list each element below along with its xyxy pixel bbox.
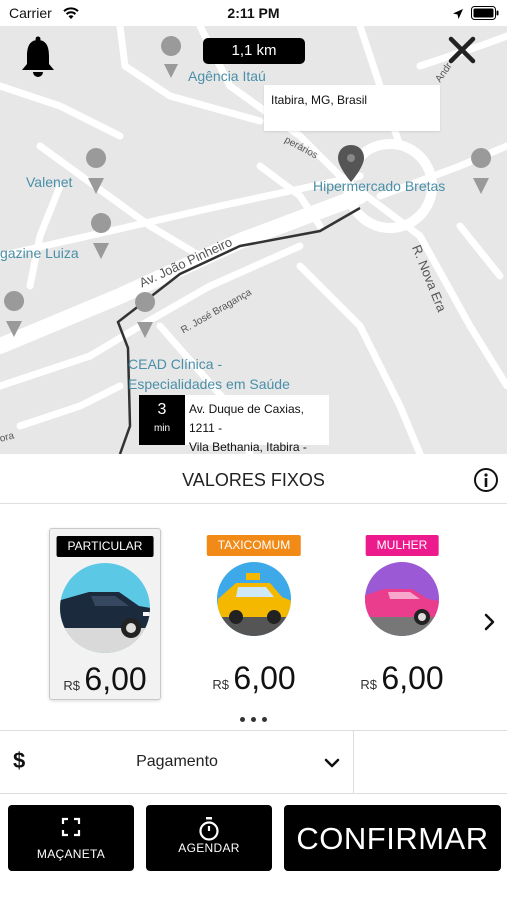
clock: 2:11 PM xyxy=(227,5,280,21)
origin-eta: 3 min xyxy=(139,395,185,445)
place-agencia-itau: Agência Itaú xyxy=(188,68,266,84)
place-magazine: gazine Luiza xyxy=(0,245,79,261)
origin-address-line2: Vila Bethania, Itabira - MG, xyxy=(189,440,307,454)
category-price: R$ 6,00 xyxy=(50,661,160,698)
map-pin-icon xyxy=(337,144,365,189)
location-arrow-icon xyxy=(452,7,464,25)
price-value: 6,00 xyxy=(233,660,296,696)
origin-address-line1: Av. Duque de Caxias, 1211 - xyxy=(189,402,304,435)
macaneta-label: MAÇANETA xyxy=(36,847,106,861)
distance-pill: 1,1 km xyxy=(203,38,305,64)
eta-value: 3 xyxy=(157,401,167,418)
car-taxi-image xyxy=(216,561,292,642)
eta-unit: min xyxy=(153,423,171,434)
category-badge: MULHER xyxy=(365,535,439,556)
agendar-label: AGENDAR xyxy=(178,841,240,855)
expand-icon xyxy=(61,817,81,842)
bell-icon[interactable] xyxy=(20,36,56,83)
place-hipermercado: Hipermercado Bretas xyxy=(313,178,446,194)
price-currency: R$ xyxy=(212,677,229,692)
origin-info: 3 min Av. Duque de Caxias, 1211 - Vila B… xyxy=(139,395,329,454)
macaneta-button[interactable]: MAÇANETA xyxy=(8,805,134,871)
destination-label: Itabira, MG, Brasil xyxy=(264,85,440,131)
payment-label: Pagamento xyxy=(136,753,218,770)
place-cead-line2: Especialidades em Saúde xyxy=(128,376,290,392)
car-particular-image xyxy=(59,562,151,659)
battery-icon xyxy=(471,6,499,25)
category-price: R$ 6,00 xyxy=(346,660,458,697)
price-currency: R$ xyxy=(360,677,377,692)
origin-address: Av. Duque de Caxias, 1211 - Vila Bethani… xyxy=(185,395,329,454)
price-value: 6,00 xyxy=(381,660,444,696)
close-icon[interactable] xyxy=(448,36,476,69)
category-price: R$ 6,00 xyxy=(198,660,310,697)
category-particular[interactable]: PARTICULAR R$ 6,00 xyxy=(49,528,161,700)
price-currency: R$ xyxy=(63,678,80,693)
confirm-label: CONFIRMAR xyxy=(296,821,489,856)
place-cead-line1: CEAD Clínica - xyxy=(128,356,223,372)
chevron-right-icon[interactable] xyxy=(483,612,497,637)
page-indicator xyxy=(0,709,507,727)
place-valenet: Valenet xyxy=(26,174,73,190)
chevron-down-icon xyxy=(324,756,340,774)
map-view[interactable]: Agência Itaú Valenet Hipermercado Bretas… xyxy=(0,26,507,454)
category-mulher[interactable]: MULHER R$ 6,00 xyxy=(346,528,458,700)
status-bar: Carrier 2:11 PM xyxy=(0,0,507,26)
ride-categories: PARTICULAR R$ 6,00 TAXICOMUM R$ 6,00 MUL… xyxy=(0,504,507,730)
category-badge: PARTICULAR xyxy=(56,536,154,557)
agendar-button[interactable]: AGENDAR xyxy=(146,805,272,871)
confirm-button[interactable]: CONFIRMAR xyxy=(284,805,501,871)
info-icon[interactable] xyxy=(473,467,499,493)
car-mulher-image xyxy=(364,561,440,642)
category-badge: TAXICOMUM xyxy=(206,535,302,556)
category-taxicomum[interactable]: TAXICOMUM R$ 6,00 xyxy=(198,528,310,700)
price-value: 6,00 xyxy=(84,661,147,697)
payment-select[interactable]: $ Pagamento xyxy=(0,731,354,793)
fixed-values-title: VALORES FIXOS xyxy=(182,470,325,490)
fixed-values-header: VALORES FIXOS xyxy=(0,454,507,504)
payment-row: $ Pagamento xyxy=(0,730,507,794)
